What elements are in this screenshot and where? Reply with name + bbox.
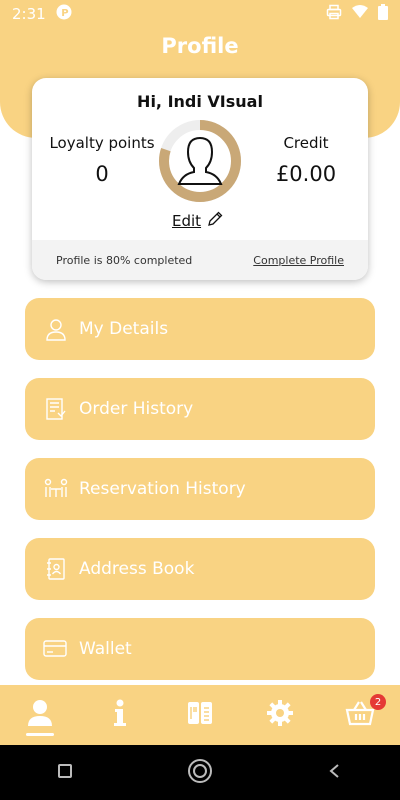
credit-value: £0.00 bbox=[275, 162, 337, 186]
status-time: 2:31 bbox=[12, 5, 46, 23]
menu-item-label: Order History bbox=[79, 399, 194, 419]
home-icon[interactable] bbox=[187, 758, 213, 788]
complete-profile-link[interactable]: Complete Profile bbox=[253, 254, 344, 267]
menu-item-label: Reservation History bbox=[79, 479, 246, 499]
settings-gear-icon bbox=[266, 699, 294, 731]
menu-item-order-history[interactable]: Order History bbox=[25, 378, 375, 440]
avatar[interactable] bbox=[157, 118, 243, 204]
nav-basket[interactable]: 2 bbox=[330, 690, 390, 740]
menu-item-label: Wallet bbox=[79, 639, 132, 659]
nav-settings[interactable] bbox=[250, 690, 310, 740]
dining-table-icon bbox=[43, 476, 69, 502]
receipt-icon bbox=[43, 396, 69, 422]
edit-label: Edit bbox=[172, 212, 202, 230]
page-title: Profile bbox=[161, 34, 239, 58]
edit-profile-button[interactable]: Edit bbox=[172, 211, 223, 231]
battery-icon bbox=[378, 4, 388, 24]
loyalty-points-label: Loyalty points bbox=[49, 134, 155, 152]
system-navigation-bar bbox=[0, 745, 400, 800]
wifi-icon bbox=[352, 5, 368, 23]
profile-icon bbox=[25, 698, 55, 732]
nav-info[interactable] bbox=[90, 690, 150, 740]
menu-item-wallet[interactable]: Wallet bbox=[25, 618, 375, 680]
credit-label: Credit bbox=[283, 134, 329, 152]
menu-item-label: Address Book bbox=[79, 559, 195, 579]
status-bar: 2:31 P bbox=[0, 0, 400, 28]
info-icon bbox=[110, 698, 130, 732]
bottom-navigation: 2 bbox=[0, 685, 400, 745]
menu-item-address-book[interactable]: Address Book bbox=[25, 538, 375, 600]
person-icon bbox=[43, 316, 69, 342]
recent-apps-icon[interactable] bbox=[56, 762, 74, 784]
credit-card-icon bbox=[43, 636, 69, 662]
menu-item-my-details[interactable]: My Details bbox=[25, 298, 375, 360]
loyalty-points-value: 0 bbox=[95, 162, 109, 186]
greeting-text: Hi, Indi VIsual bbox=[137, 92, 263, 111]
basket-count-badge: 2 bbox=[370, 694, 386, 710]
nav-profile[interactable] bbox=[10, 690, 70, 740]
nav-menu[interactable] bbox=[170, 690, 230, 740]
menu-book-icon bbox=[186, 699, 214, 731]
profile-completion-bar: Profile is 80% completed Complete Profil… bbox=[32, 240, 368, 280]
back-icon[interactable] bbox=[326, 762, 344, 784]
print-icon bbox=[326, 4, 342, 24]
pencil-icon bbox=[207, 211, 223, 231]
contact-book-icon bbox=[43, 556, 69, 582]
app-notification-icon: P bbox=[56, 4, 72, 24]
menu-item-label: My Details bbox=[79, 319, 169, 339]
profile-completion-text: Profile is 80% completed bbox=[56, 253, 193, 267]
profile-card: Hi, Indi VIsual Loyalty points 0 Credit … bbox=[32, 78, 368, 280]
menu-item-reservation-history[interactable]: Reservation History bbox=[25, 458, 375, 520]
svg-text:P: P bbox=[61, 8, 68, 19]
user-silhouette-icon bbox=[177, 136, 223, 185]
